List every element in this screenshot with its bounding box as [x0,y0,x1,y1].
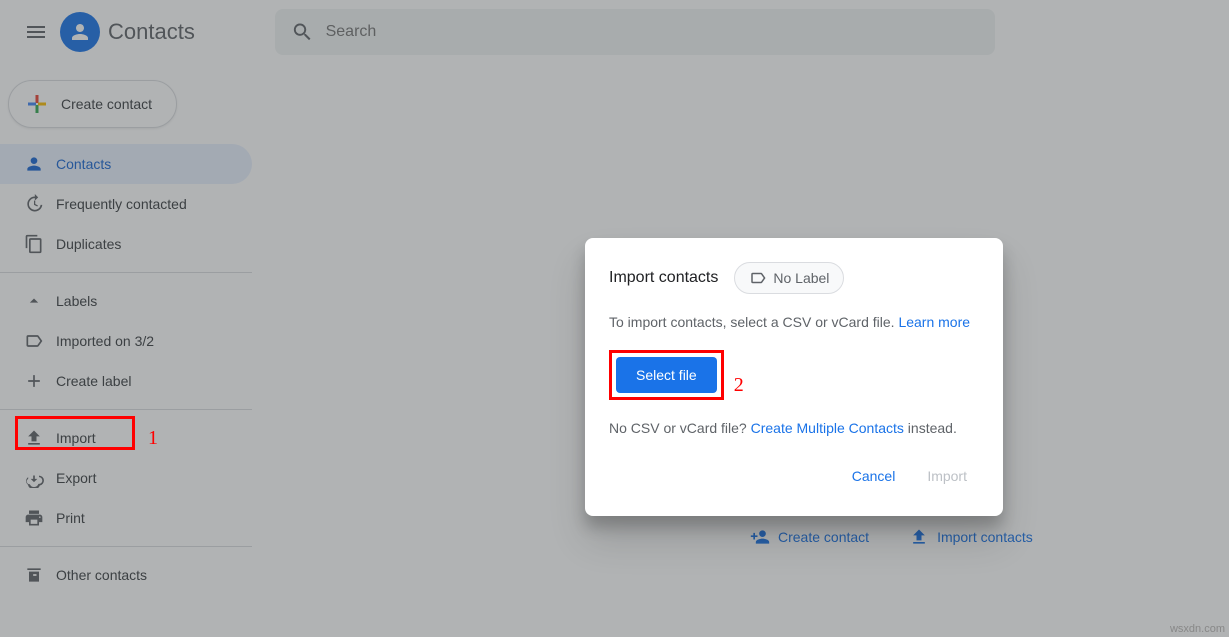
select-file-button[interactable]: Select file [616,357,717,393]
import-button[interactable]: Import [915,460,979,492]
annotation-number-2: 2 [734,374,744,397]
dialog-no-csv: No CSV or vCard file? Create Multiple Co… [609,420,979,436]
import-contacts-dialog: Import contacts No Label To import conta… [585,238,1003,516]
annotation-box-2: Select file [609,350,724,400]
no-label-chip[interactable]: No Label [734,262,844,294]
annotation-box-1 [15,416,135,450]
label-outline-icon [749,269,767,287]
learn-more-link[interactable]: Learn more [898,314,970,330]
dialog-instruction: To import contacts, select a CSV or vCar… [609,314,979,330]
create-multiple-link[interactable]: Create Multiple Contacts [751,420,904,436]
no-label-text: No Label [773,270,829,286]
watermark: wsxdn.com [1170,623,1225,635]
annotation-number-1: 1 [148,427,158,450]
dialog-title: Import contacts [609,269,718,287]
cancel-button[interactable]: Cancel [840,460,908,492]
